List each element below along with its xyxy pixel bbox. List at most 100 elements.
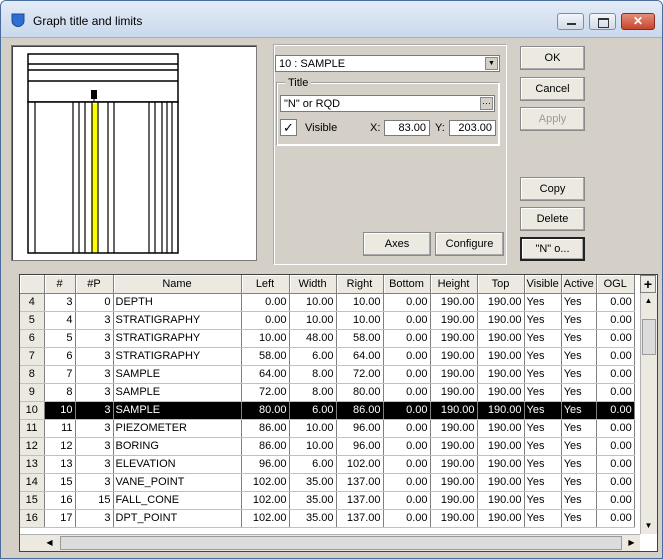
cell-ogl[interactable]: 0.00	[596, 383, 635, 402]
cell-width[interactable]: 6.00	[289, 455, 337, 474]
cell-name[interactable]: PIEZOMETER	[113, 419, 242, 438]
cell-left[interactable]: 0.00	[241, 311, 290, 330]
cell-right[interactable]: 102.00	[336, 455, 384, 474]
cell-p[interactable]: 3	[75, 383, 114, 402]
cell-active[interactable]: Yes	[561, 473, 597, 492]
cell-bottom[interactable]: 0.00	[383, 329, 431, 348]
cell-n[interactable]: 15	[44, 473, 76, 492]
title-text-field[interactable]: "N" or RQD ···	[280, 95, 495, 112]
cell-height[interactable]: 190.00	[430, 347, 478, 366]
table-row[interactable]: 15 16 15 FALL_CONE 102.00 35.00 137.00 0.00 190.…	[20, 491, 635, 510]
corner-cell[interactable]	[20, 275, 45, 294]
cell-right[interactable]: 96.00	[336, 419, 384, 438]
vertical-scrollbar[interactable]: ▲ ▼	[640, 293, 657, 534]
cell-bottom[interactable]: 0.00	[383, 401, 431, 420]
cell-visible[interactable]: Yes	[524, 311, 562, 330]
column-header[interactable]: Visible	[524, 275, 562, 294]
cell-ogl[interactable]: 0.00	[596, 491, 635, 510]
vertical-scroll-thumb[interactable]	[642, 319, 656, 355]
horizontal-scroll-thumb[interactable]	[60, 536, 622, 550]
title-bar[interactable]: Graph title and limits ✕	[1, 1, 662, 38]
row-header[interactable]: 6	[20, 329, 45, 348]
cell-bottom[interactable]: 0.00	[383, 491, 431, 510]
cell-width[interactable]: 10.00	[289, 293, 337, 312]
scroll-down-icon[interactable]: ▼	[641, 518, 656, 533]
cell-bottom[interactable]: 0.00	[383, 347, 431, 366]
cell-name[interactable]: DPT_POINT	[113, 509, 242, 528]
cell-visible[interactable]: Yes	[524, 473, 562, 492]
ellipsis-icon[interactable]: ···	[480, 97, 493, 110]
column-header[interactable]: Left	[241, 275, 290, 294]
column-header[interactable]: Active	[561, 275, 597, 294]
cell-left[interactable]: 72.00	[241, 383, 290, 402]
cell-p[interactable]: 3	[75, 311, 114, 330]
cell-left[interactable]: 102.00	[241, 509, 290, 528]
row-header[interactable]: 8	[20, 365, 45, 384]
cell-name[interactable]: FALL_CONE	[113, 491, 242, 510]
row-header[interactable]: 10	[20, 401, 45, 420]
cell-visible[interactable]: Yes	[524, 383, 562, 402]
cell-width[interactable]: 35.00	[289, 491, 337, 510]
cell-width[interactable]: 8.00	[289, 383, 337, 402]
y-input[interactable]: 203.00	[449, 120, 496, 136]
copy-button[interactable]: Copy	[520, 177, 585, 201]
series-combo[interactable]: 10 : SAMPLE ▼	[275, 55, 500, 72]
cell-visible[interactable]: Yes	[524, 437, 562, 456]
cell-width[interactable]: 10.00	[289, 311, 337, 330]
cell-top[interactable]: 190.00	[477, 437, 525, 456]
cell-bottom[interactable]: 0.00	[383, 437, 431, 456]
table-row[interactable]: 9 8 3 SAMPLE 72.00 8.00 80.00 0.00 190.00 190.00 Y…	[20, 383, 635, 402]
cell-right[interactable]: 10.00	[336, 293, 384, 312]
table-row[interactable]: 14 15 3 VANE_POINT 102.00 35.00 137.00 0.00 190.…	[20, 473, 635, 492]
cell-ogl[interactable]: 0.00	[596, 437, 635, 456]
cell-height[interactable]: 190.00	[430, 383, 478, 402]
cell-name[interactable]: BORING	[113, 437, 242, 456]
cell-active[interactable]: Yes	[561, 383, 597, 402]
table-row[interactable]: 4 3 0 DEPTH 0.00 10.00 10.00 0.00 190.00 190.00 Ye…	[20, 293, 635, 312]
cell-visible[interactable]: Yes	[524, 329, 562, 348]
cell-top[interactable]: 190.00	[477, 491, 525, 510]
cell-height[interactable]: 190.00	[430, 491, 478, 510]
close-button[interactable]: ✕	[621, 13, 655, 30]
column-header[interactable]: Name	[113, 275, 242, 294]
cell-height[interactable]: 190.00	[430, 311, 478, 330]
cell-visible[interactable]: Yes	[524, 509, 562, 528]
cell-right[interactable]: 137.00	[336, 491, 384, 510]
cell-top[interactable]: 190.00	[477, 365, 525, 384]
cell-right[interactable]: 10.00	[336, 311, 384, 330]
cell-ogl[interactable]: 0.00	[596, 509, 635, 528]
ok-button[interactable]: OK	[520, 46, 585, 70]
cell-active[interactable]: Yes	[561, 491, 597, 510]
cell-active[interactable]: Yes	[561, 365, 597, 384]
column-header[interactable]: #P	[75, 275, 114, 294]
column-header[interactable]: Top	[477, 275, 525, 294]
cell-n[interactable]: 6	[44, 347, 76, 366]
column-header[interactable]: Bottom	[383, 275, 431, 294]
cell-width[interactable]: 10.00	[289, 437, 337, 456]
cell-left[interactable]: 64.00	[241, 365, 290, 384]
maximize-button[interactable]	[589, 13, 616, 30]
cell-top[interactable]: 190.00	[477, 455, 525, 474]
cell-active[interactable]: Yes	[561, 347, 597, 366]
cell-n[interactable]: 4	[44, 311, 76, 330]
row-header[interactable]: 12	[20, 437, 45, 456]
scroll-right-icon[interactable]: ▶	[624, 535, 639, 550]
cell-bottom[interactable]: 0.00	[383, 455, 431, 474]
add-column-button[interactable]: +	[640, 275, 656, 293]
cell-p[interactable]: 3	[75, 455, 114, 474]
column-header[interactable]: Right	[336, 275, 384, 294]
cell-width[interactable]: 35.00	[289, 473, 337, 492]
column-header[interactable]: Width	[289, 275, 337, 294]
cell-right[interactable]: 80.00	[336, 383, 384, 402]
table-row[interactable]: 10 10 3 SAMPLE 80.00 6.00 86.00 0.00 190.00 190.0…	[20, 401, 635, 420]
cell-n[interactable]: 11	[44, 419, 76, 438]
cell-bottom[interactable]: 0.00	[383, 419, 431, 438]
cell-height[interactable]: 190.00	[430, 401, 478, 420]
horizontal-scrollbar[interactable]: ◀ ▶	[20, 534, 640, 551]
cell-height[interactable]: 190.00	[430, 293, 478, 312]
cell-active[interactable]: Yes	[561, 401, 597, 420]
table-row[interactable]: 12 12 3 BORING 86.00 10.00 96.00 0.00 190.00 190.…	[20, 437, 635, 456]
cell-ogl[interactable]: 0.00	[596, 455, 635, 474]
cell-n[interactable]: 10	[44, 401, 76, 420]
cell-height[interactable]: 190.00	[430, 437, 478, 456]
